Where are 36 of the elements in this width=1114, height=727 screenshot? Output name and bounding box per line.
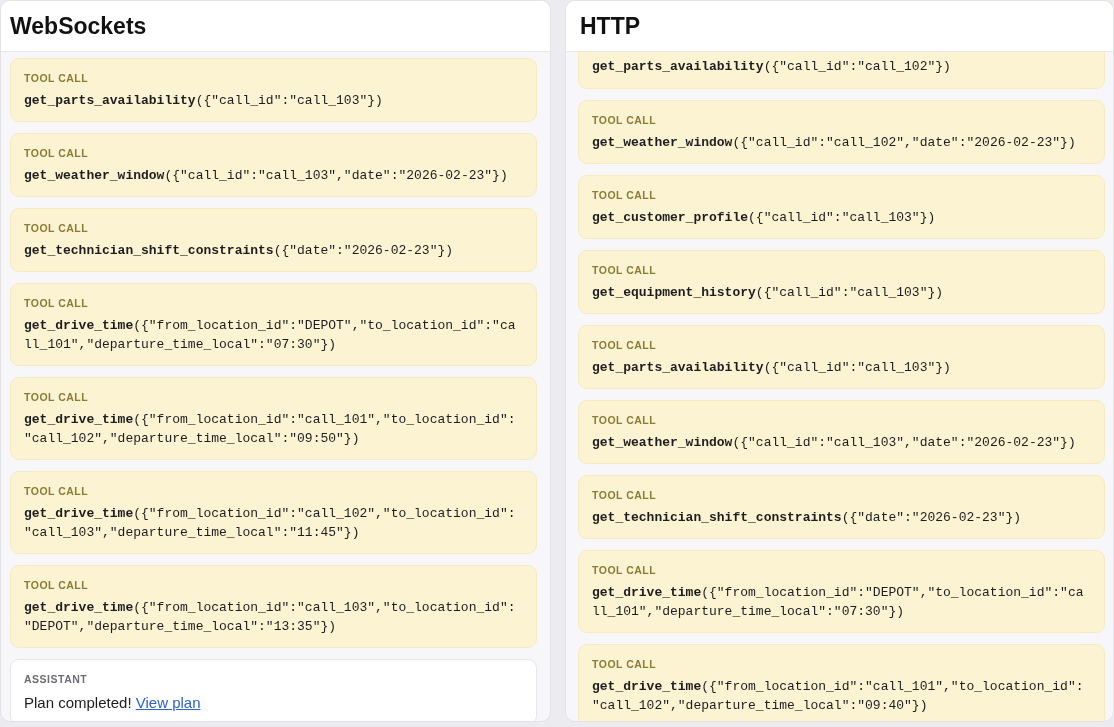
- tool-call-text: get_drive_time({"from_location_id":"call_101","to_location_id":"call_102","departure_time_local":"09:40"}): [592, 678, 1085, 715]
- tool-call-text: get_parts_availability({"call_id":"call_102"}): [592, 58, 952, 76]
- tool-call-text: get_weather_window({"call_id":"call_103","date":"2026-02-23"}): [592, 434, 1077, 452]
- message-label: ASSISTANT: [24, 672, 88, 686]
- message-label: TOOL CALL: [24, 390, 89, 404]
- tool-call-text: get_drive_time({"from_location_id":"call_101","to_location_id":"call_102","departure_time_local":"09:50"}): [24, 411, 517, 448]
- message-label: TOOL CALL: [592, 263, 657, 277]
- tool-call-text: get_customer_profile({"call_id":"call_103"}): [592, 209, 937, 227]
- message-label: TOOL CALL: [592, 488, 657, 502]
- tool-call-text: get_drive_time({"from_location_id":"call_102","to_location_id":"call_103","departure_time_local":"11:45"}): [24, 505, 517, 542]
- tool-call-text: get_technician_shift_constraints({"date":"2026-02-23"}): [24, 242, 455, 260]
- tool-call-text: get_parts_availability({"call_id":"call_103"}): [592, 359, 952, 377]
- tool-call-text: get_drive_time({"from_location_id":"DEPOT","to_location_id":"call_101","departure_time_local":"07:30"}): [592, 584, 1085, 621]
- message-label: TOOL CALL: [24, 484, 89, 498]
- message-label: TOOL CALL: [24, 296, 89, 310]
- tool-call-text: get_technician_shift_constraints({"date":"2026-02-23"}): [592, 509, 1023, 527]
- message-label: TOOL CALL: [592, 113, 657, 127]
- message-label: TOOL CALL: [592, 657, 657, 671]
- message-label: TOOL CALL: [24, 146, 89, 160]
- assistant-message: Plan completed! View plan: [24, 693, 201, 713]
- tool-call-text: get_weather_window({"call_id":"call_102","date":"2026-02-23"}): [592, 134, 1077, 152]
- message-label: TOOL CALL: [592, 413, 657, 427]
- tool-call-text: get_weather_window({"call_id":"call_103","date":"2026-02-23"}): [24, 167, 509, 185]
- tool-call-text: get_parts_availability({"call_id":"call_103"}): [24, 92, 384, 110]
- view-plan-link[interactable]: View plan: [135, 694, 201, 711]
- message-label: TOOL CALL: [592, 563, 657, 577]
- tool-call-text: get_drive_time({"from_location_id":"call_103","to_location_id":"DEPOT","departure_time_local":"13:35"}): [24, 599, 517, 636]
- message-label: TOOL CALL: [24, 71, 89, 85]
- tool-call-text: get_drive_time({"from_location_id":"DEPOT","to_location_id":"call_101","departure_time_local":"07:30"}): [24, 317, 517, 354]
- message-label: TOOL CALL: [24, 221, 89, 235]
- panel-title: WebSockets: [10, 12, 148, 41]
- message-label: TOOL CALL: [592, 188, 657, 202]
- tool-call-text: get_equipment_history({"call_id":"call_103"}): [592, 284, 945, 302]
- message-label: TOOL CALL: [592, 338, 657, 352]
- message-label: TOOL CALL: [24, 578, 89, 592]
- panel-title: HTTP: [580, 12, 642, 41]
